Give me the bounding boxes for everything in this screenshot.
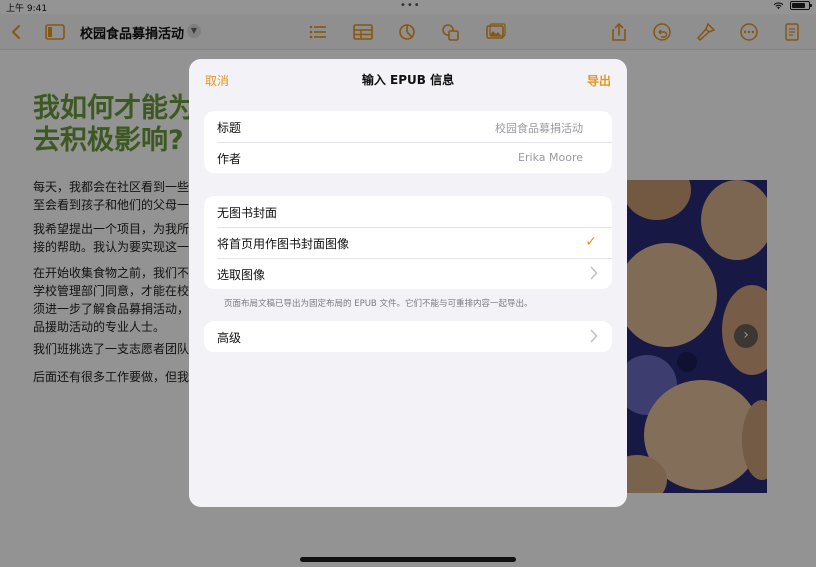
- option-label: 将首页用作图书封面图像: [217, 237, 350, 251]
- title-field-label: 标题: [217, 121, 242, 135]
- advanced-row[interactable]: 高级: [204, 321, 612, 352]
- epub-export-sheet: 输入 EPUB 信息 取消 导出 标题 校园食品募捐活动 作者 Erika Mo…: [189, 59, 627, 507]
- export-button[interactable]: 导出: [587, 72, 611, 89]
- author-field-label: 作者: [217, 152, 242, 166]
- title-field-value[interactable]: 校园食品募捐活动: [495, 120, 583, 136]
- home-indicator[interactable]: [300, 557, 516, 562]
- title-field-row[interactable]: 标题 校园食品募捐活动: [204, 111, 612, 142]
- first-page-cover-option[interactable]: 将首页用作图书封面图像 ✓: [204, 227, 612, 258]
- chevron-right-icon: [590, 329, 598, 343]
- choose-image-option[interactable]: 选取图像: [204, 258, 612, 289]
- layout-footnote: 页面布局文稿已导出为固定布局的 EPUB 文件。它们不能与可重排内容一起导出。: [224, 299, 533, 309]
- checkmark-icon: ✓: [585, 234, 597, 250]
- author-field-value[interactable]: Erika Moore: [518, 151, 583, 164]
- advanced-label: 高级: [217, 331, 242, 345]
- metadata-group: 标题 校园食品募捐活动 作者 Erika Moore: [204, 111, 612, 173]
- option-label: 选取图像: [217, 268, 266, 282]
- cover-options-group: 无图书封面 将首页用作图书封面图像 ✓ 选取图像: [204, 196, 612, 289]
- cancel-button[interactable]: 取消: [205, 72, 229, 89]
- chevron-right-icon: [590, 266, 598, 280]
- sheet-title: 输入 EPUB 信息: [361, 73, 455, 87]
- advanced-group: 高级: [204, 321, 612, 352]
- option-label: 无图书封面: [217, 206, 278, 220]
- author-field-row[interactable]: 作者 Erika Moore: [204, 142, 612, 173]
- no-cover-option[interactable]: 无图书封面: [204, 196, 612, 227]
